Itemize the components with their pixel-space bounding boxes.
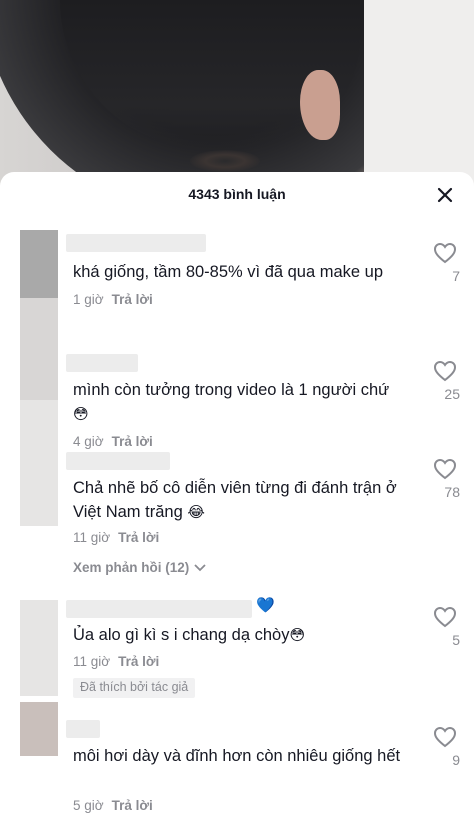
heart-outline-icon <box>433 242 457 264</box>
comment-text: môi hơi dày và dĩnh hơn còn nhiêu giống … <box>73 747 401 765</box>
username-blurred[interactable] <box>66 720 100 738</box>
video-background <box>0 0 474 190</box>
comments-header: 4343 bình luận <box>0 172 474 222</box>
emoji: 😳 <box>289 627 306 644</box>
like-button[interactable] <box>432 726 458 753</box>
comment-time: 1 giờ <box>73 292 104 307</box>
close-icon <box>437 187 453 203</box>
comment-item: Chả nhẽ bố cô diễn viên từng đi đánh trậ… <box>0 400 474 600</box>
heart-outline-icon <box>433 726 457 748</box>
comment-meta: 1 giờ Trả lời <box>73 292 153 307</box>
comment-time: 4 giờ <box>73 434 104 449</box>
like-button[interactable] <box>432 360 458 387</box>
like-button[interactable] <box>432 606 458 633</box>
username-blurred[interactable] <box>66 354 138 372</box>
username-blurred[interactable] <box>66 234 206 252</box>
like-count: 25 <box>444 386 460 402</box>
liked-by-author-badge: Đã thích bởi tác giả <box>73 678 196 698</box>
heart-outline-icon <box>433 360 457 382</box>
reply-button[interactable]: Trả lời <box>118 530 159 545</box>
like-count: 7 <box>452 268 460 284</box>
reply-button[interactable]: Trả lời <box>112 292 153 307</box>
comment-text: khá giống, tầm 80-85% vì đã qua make up <box>73 263 384 281</box>
comment-time: 5 giờ <box>73 798 104 813</box>
comment-time: 11 giờ <box>73 654 111 669</box>
comment-time: 11 giờ <box>73 530 111 545</box>
emoji: 😂 <box>187 504 205 521</box>
heart-outline-icon <box>433 606 457 628</box>
avatar[interactable] <box>20 298 58 402</box>
like-count: 78 <box>444 484 460 500</box>
username-blurred[interactable] <box>66 452 170 470</box>
comment-text: Ủa alo gì kì s i chang dạ chòy😳 <box>73 626 306 644</box>
like-button[interactable] <box>432 242 458 269</box>
chevron-down-icon <box>194 564 206 572</box>
comment-item: khá giống, tầm 80-85% vì đã qua make up … <box>0 228 474 348</box>
reply-button[interactable]: Trả lời <box>112 434 153 449</box>
avatar[interactable] <box>20 230 58 302</box>
comment-meta: 5 giờ Trả lời <box>73 798 153 813</box>
comment-text: Chả nhẽ bố cô diễn viên từng đi đánh trậ… <box>73 479 397 521</box>
comment-meta: 11 giờ Trả lời <box>73 530 159 545</box>
reply-button[interactable]: Trả lời <box>118 654 159 669</box>
comment-item: môi hơi dày và dĩnh hơn còn nhiêu giống … <box>0 702 474 816</box>
heart-outline-icon <box>433 458 457 480</box>
comment-item: 💙 Ủa alo gì kì s i chang dạ chòy😳 11 giờ… <box>0 596 474 706</box>
reply-button[interactable]: Trả lời <box>112 798 153 813</box>
like-count: 5 <box>452 632 460 648</box>
emoji: 😳 <box>73 406 89 423</box>
avatar[interactable] <box>20 702 58 756</box>
comment-text: mình còn tưởng trong video là 1 người ch… <box>73 381 390 423</box>
like-button[interactable] <box>432 458 458 485</box>
username-blurred[interactable] <box>66 600 252 618</box>
avatar[interactable] <box>20 600 58 696</box>
comment-meta: 11 giờ Trả lời <box>73 654 159 669</box>
avatar[interactable] <box>20 400 58 526</box>
name-emoji: 💙 <box>256 597 275 614</box>
comments-count-title: 4343 bình luận <box>188 186 286 202</box>
view-replies-button[interactable]: Xem phản hồi (12) <box>73 560 207 575</box>
comment-meta: 4 giờ Trả lời <box>73 434 153 449</box>
comments-sheet: 4343 bình luận khá giống, tầm 80-85% vì … <box>0 172 474 816</box>
close-button[interactable] <box>434 184 456 206</box>
like-count: 9 <box>452 752 460 768</box>
